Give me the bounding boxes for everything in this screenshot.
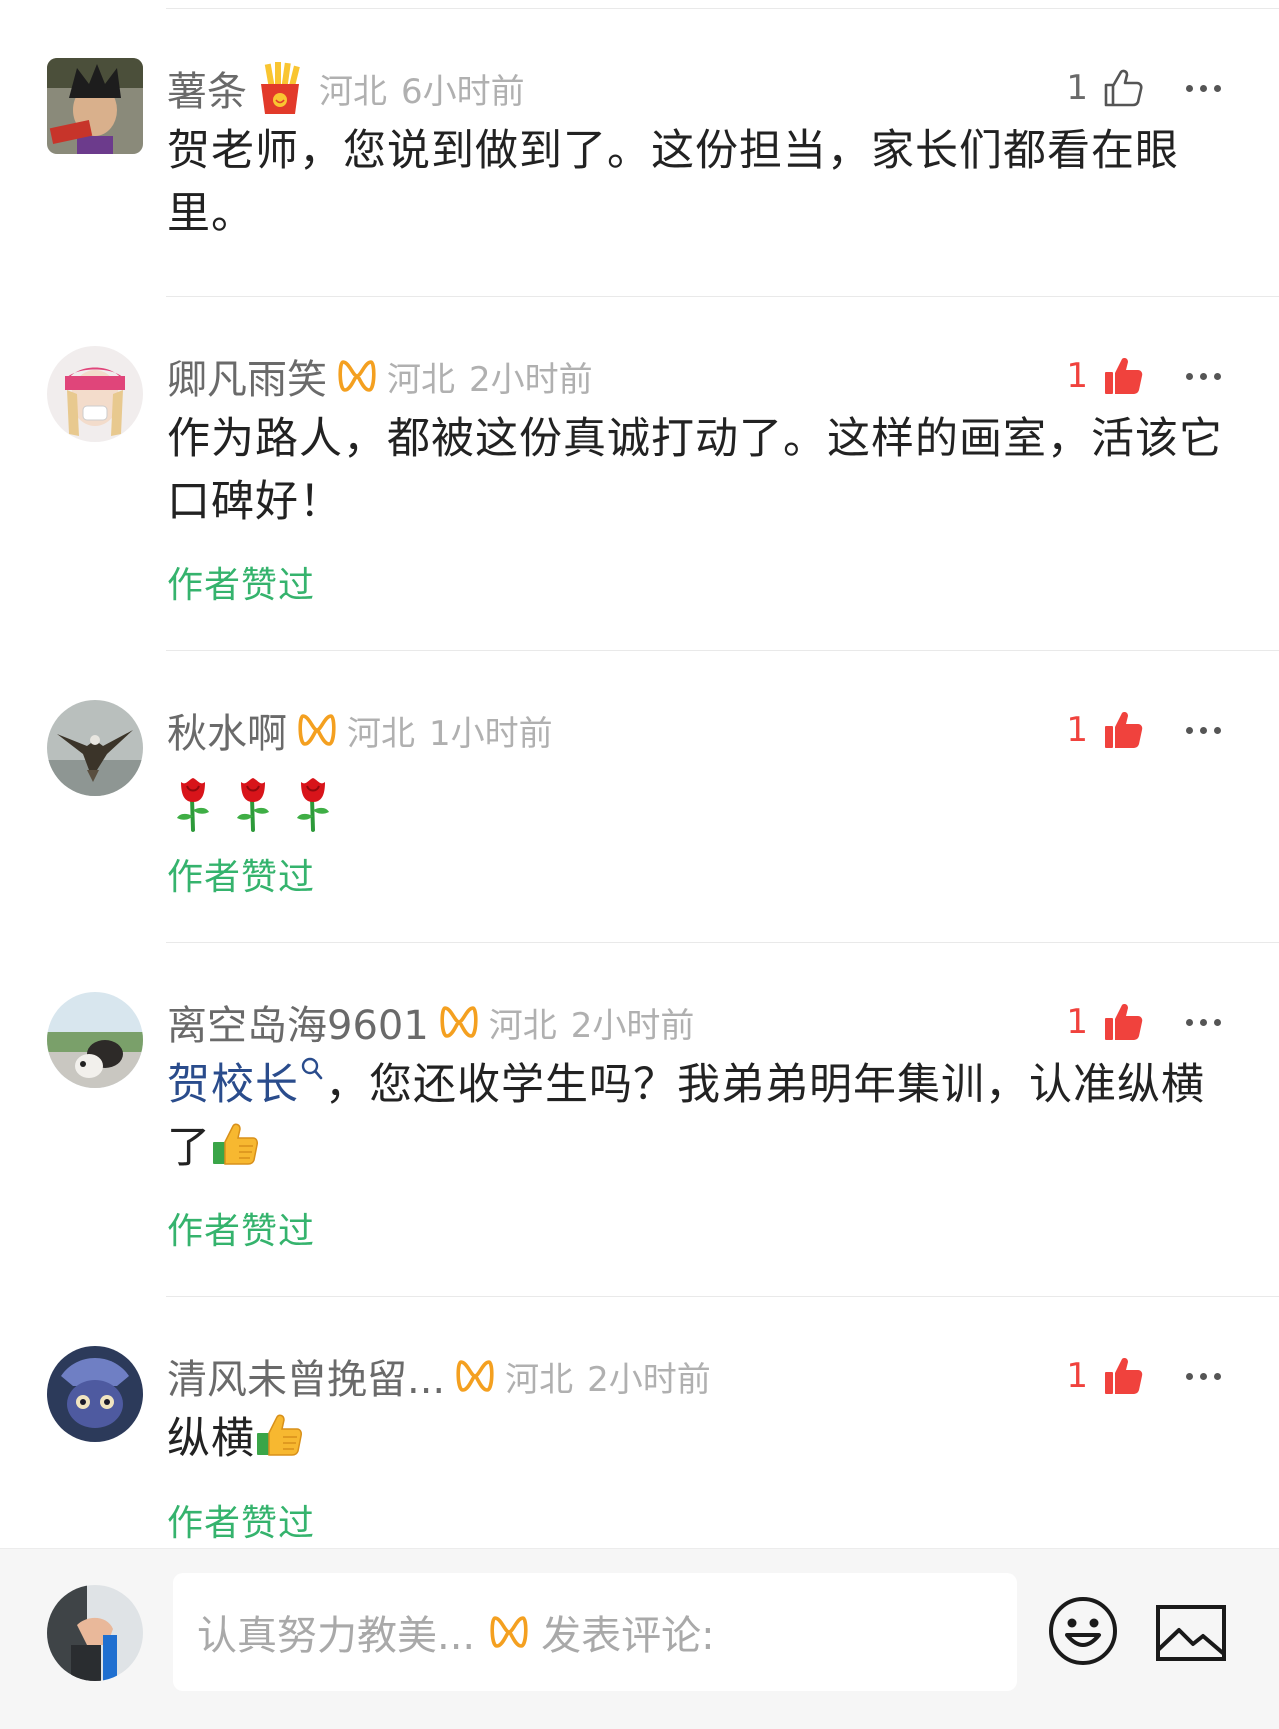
- region: 河北: [347, 713, 415, 754]
- more-options-button[interactable]: [1186, 700, 1221, 760]
- comment-text: 纵横: [167, 1408, 1237, 1471]
- more-options-button[interactable]: [1186, 346, 1221, 406]
- like-count: 1: [1066, 1356, 1088, 1396]
- username[interactable]: 清风未曾挽留...: [167, 1347, 445, 1405]
- divider: [166, 650, 1279, 651]
- timestamp: 2小时前: [570, 1005, 695, 1046]
- dot: [1214, 1372, 1221, 1380]
- comment-text: 贺校长 ，您还收学生吗？我弟弟明年集训，认准纵横了: [167, 1054, 1237, 1180]
- image-icon[interactable]: [1155, 1604, 1227, 1662]
- like-count: 1: [1066, 356, 1088, 396]
- dot: [1200, 84, 1207, 92]
- comment-header: 秋水啊 河北 1小时前: [167, 700, 553, 760]
- more-options-button[interactable]: [1186, 58, 1221, 118]
- dot: [1186, 1372, 1193, 1380]
- thumb-up-filled-icon: [1102, 1355, 1144, 1397]
- avatar[interactable]: [47, 346, 143, 442]
- comment-composer-bar: 认真努力教美... 发表评论:: [0, 1548, 1279, 1729]
- avatar[interactable]: [47, 700, 143, 796]
- comment-page: 薯条 河北 6小时前 1 贺老师，您说到做到了。这份担当，家长们都看在眼里。 卿…: [0, 0, 1279, 1729]
- infinity-badge-icon: [489, 1614, 529, 1650]
- dot: [1200, 372, 1207, 380]
- like-button[interactable]: 1: [1058, 58, 1144, 118]
- like-count: 1: [1066, 68, 1088, 108]
- rose-icon: [293, 776, 333, 832]
- username[interactable]: 薯条: [167, 59, 247, 117]
- infinity-badge-icon: [439, 1004, 479, 1040]
- smiley-icon[interactable]: [1047, 1595, 1119, 1667]
- avatar[interactable]: [47, 1346, 143, 1442]
- thumb-up-filled-icon: [1102, 355, 1144, 397]
- timestamp: 2小时前: [587, 1359, 711, 1400]
- thumb-up-filled-icon: [1102, 709, 1144, 751]
- divider: [166, 296, 1279, 297]
- infinity-badge-icon: [297, 712, 337, 748]
- author-liked-label: 作者赞过: [167, 1211, 316, 1252]
- comment-placeholder: 发表评论:: [541, 1613, 715, 1659]
- divider: [166, 942, 1279, 943]
- comment-text-body: 纵横: [167, 1414, 255, 1464]
- dot: [1186, 84, 1193, 92]
- rose-icon: [173, 776, 213, 832]
- username[interactable]: 卿凡雨笑: [167, 347, 327, 405]
- region: 河北: [488, 1005, 557, 1046]
- infinity-badge-icon: [455, 1358, 495, 1394]
- mention-text: 贺校长: [167, 1060, 299, 1110]
- search-icon: [301, 1057, 323, 1080]
- region: 河北: [319, 71, 387, 112]
- comment-text: 作为路人，都被这份真诚打动了。这样的画室，活该它口碑好！: [167, 414, 1223, 527]
- timestamp: 1小时前: [429, 713, 553, 754]
- like-button[interactable]: 1: [1058, 346, 1144, 406]
- thumb-up-outline-icon: [1102, 67, 1144, 109]
- comment-input[interactable]: 认真努力教美... 发表评论:: [173, 1573, 1017, 1691]
- dot: [1200, 1372, 1207, 1380]
- comment-header: 清风未曾挽留... 河北 2小时前: [167, 1346, 711, 1406]
- like-button[interactable]: 1: [1058, 700, 1144, 760]
- region: 河北: [387, 359, 455, 400]
- username[interactable]: 秋水啊: [167, 701, 287, 759]
- fries-icon: [261, 62, 300, 114]
- dot: [1186, 372, 1193, 380]
- comment-header: 卿凡雨笑 河北 2小时前: [167, 346, 593, 406]
- region: 河北: [505, 1359, 574, 1400]
- comment-header: 薯条 河北 6小时前: [167, 58, 525, 118]
- dot: [1186, 726, 1193, 734]
- dot: [1200, 1018, 1207, 1026]
- comment-header: 离空岛海9601 河北 2小时前: [167, 992, 694, 1052]
- rose-icon: [233, 776, 273, 832]
- mention-link[interactable]: 贺校长: [167, 1057, 325, 1110]
- dot: [1214, 84, 1221, 92]
- timestamp: 2小时前: [469, 359, 593, 400]
- comment-text: 贺老师，您说到做到了。这份担当，家长们都看在眼里。: [167, 126, 1179, 239]
- dot: [1186, 1018, 1193, 1026]
- more-options-button[interactable]: [1186, 992, 1221, 1052]
- dot: [1214, 726, 1221, 734]
- composer-username: 认真努力教美...: [197, 1613, 476, 1659]
- thumb-up-filled-icon: [1102, 1001, 1144, 1043]
- thumbs-up-emoji-icon: [211, 1120, 259, 1168]
- divider: [166, 8, 1279, 9]
- like-count: 1: [1066, 1002, 1088, 1042]
- dot: [1200, 726, 1207, 734]
- avatar[interactable]: [47, 992, 143, 1088]
- author-liked-label: 作者赞过: [167, 565, 316, 606]
- avatar[interactable]: [47, 58, 143, 154]
- username[interactable]: 离空岛海9601: [167, 993, 429, 1051]
- like-button[interactable]: 1: [1058, 992, 1144, 1052]
- dot: [1214, 1018, 1221, 1026]
- like-count: 1: [1066, 710, 1088, 750]
- my-avatar[interactable]: [47, 1585, 143, 1681]
- thumbs-up-emoji-icon: [255, 1411, 303, 1459]
- author-liked-label: 作者赞过: [167, 857, 316, 898]
- comment-text: [167, 770, 1237, 833]
- more-options-button[interactable]: [1186, 1346, 1221, 1406]
- dot: [1214, 372, 1221, 380]
- timestamp: 6小时前: [401, 71, 525, 112]
- like-button[interactable]: 1: [1058, 1346, 1144, 1406]
- author-liked-label: 作者赞过: [167, 1503, 316, 1544]
- infinity-badge-icon: [337, 358, 377, 394]
- divider: [166, 1296, 1279, 1297]
